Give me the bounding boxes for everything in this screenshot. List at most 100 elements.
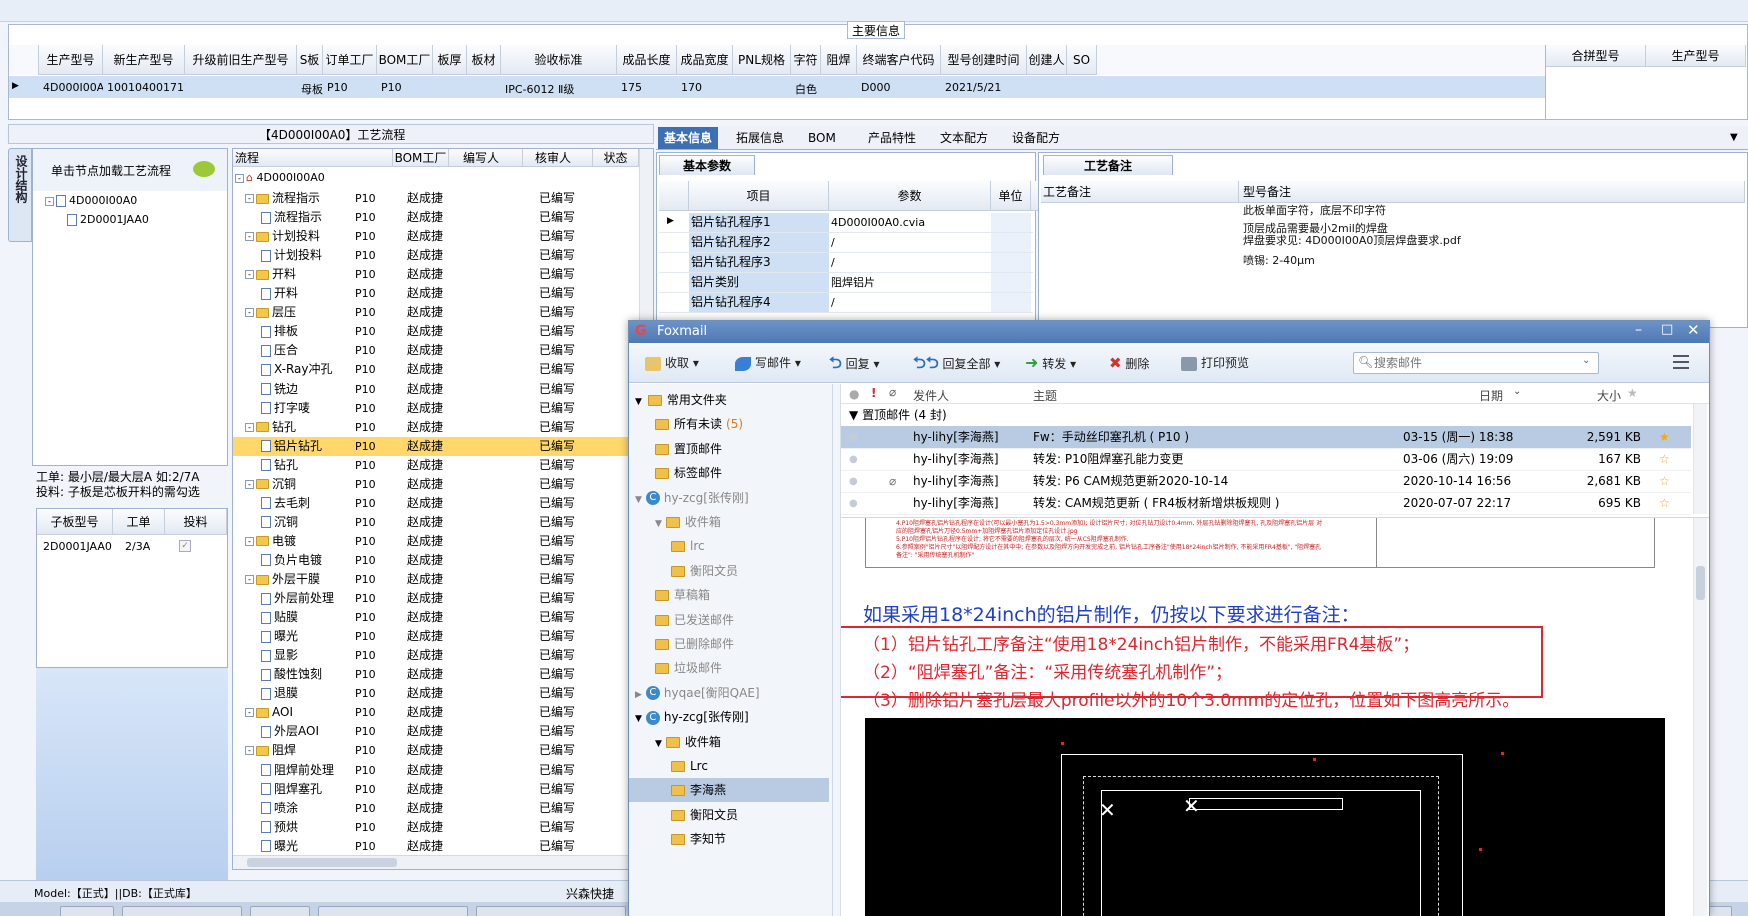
expand-icon[interactable]: - xyxy=(245,422,254,432)
mail-row[interactable]: ● hy-lihy[李海燕] 转发: P10阻焊塞孔能力变更 03-06 (周六) 1… xyxy=(841,448,1691,471)
main-info-row[interactable]: 4D000I00A0 10010400171791 母板 P10 P10 IPC-6012… xyxy=(9,76,1545,98)
expand-icon[interactable]: - xyxy=(245,708,254,718)
folder-item[interactable]: ▶ Chyqae[衡阳QAE] xyxy=(629,681,829,705)
print-preview-button[interactable]: 打印预览 xyxy=(1181,351,1249,375)
params-row[interactable]: 铝片钻孔程序4/N xyxy=(659,293,1046,313)
basic-params-tab[interactable]: 基本参数 xyxy=(659,155,755,175)
flow-row[interactable]: 计划投料 P10 赵成捷 已编写 xyxy=(233,246,633,265)
collapse-icon[interactable]: ▼ xyxy=(655,739,662,749)
tab-menu-arrow[interactable]: ▼ xyxy=(1730,132,1738,143)
flow-row[interactable]: 负片电镀 P10 赵成捷 已编写 xyxy=(233,551,633,570)
expand-icon[interactable]: - xyxy=(245,194,254,203)
folder-item[interactable]: ▼ Chy-zcg[张传刚] xyxy=(629,486,829,510)
flow-row[interactable]: 预烘 P10 赵成捷 已编写 xyxy=(233,818,633,837)
expand-icon[interactable]: - xyxy=(245,575,254,584)
flow-row[interactable]: - 开料 P10 赵成捷 已编写 xyxy=(233,265,633,284)
menu-icon[interactable] xyxy=(1673,355,1689,369)
expand-icon[interactable]: - xyxy=(245,232,254,242)
folder-splitter[interactable] xyxy=(833,384,841,916)
feed-checkbox[interactable]: ✓ xyxy=(179,540,191,552)
tab-1[interactable]: 拓展信息 xyxy=(730,127,790,149)
flow-row[interactable]: 沉铜 P10 赵成捷 已编写 xyxy=(233,513,633,532)
flow-row[interactable]: 酸性蚀刻 P10 赵成捷 已编写 xyxy=(233,665,633,684)
expand-icon[interactable]: - xyxy=(245,536,254,546)
folder-item[interactable]: 衡阳文员 xyxy=(629,559,829,583)
flow-row[interactable]: 外层前处理 P10 赵成捷 已编写 xyxy=(233,589,633,608)
preview-vscroll[interactable] xyxy=(1693,518,1707,916)
folder-item[interactable]: 已删除邮件 xyxy=(629,632,829,656)
flow-row[interactable]: - 沉铜 P10 赵成捷 已编写 xyxy=(233,475,633,494)
expand-icon[interactable]: - xyxy=(245,308,254,318)
taskbar-button[interactable] xyxy=(122,906,242,916)
folder-item[interactable]: 所有未读 (5) xyxy=(629,412,829,436)
flow-row[interactable]: 排板 P10 赵成捷 已编写 xyxy=(233,322,633,341)
flow-hscroll-thumb[interactable] xyxy=(247,858,397,867)
params-row[interactable]: ▶铝片钻孔程序14D000I00A0.cviaN xyxy=(659,213,1046,233)
flow-row[interactable]: - 流程指示 P10 赵成捷 已编写 xyxy=(233,189,633,208)
flow-row[interactable]: 铣边 P10 赵成捷 已编写 xyxy=(233,380,633,399)
col-size[interactable]: 大小 xyxy=(1597,387,1621,404)
collapse-icon[interactable]: ▼ xyxy=(635,495,642,505)
flow-row[interactable]: - 钻孔 P10 赵成捷 已编写 xyxy=(233,418,633,437)
receive-button[interactable]: 收取 ▾ xyxy=(645,351,699,375)
taskbar-button[interactable] xyxy=(318,906,468,916)
folder-item[interactable]: lrc xyxy=(629,534,829,558)
sub-row[interactable]: 2D0001JAA0 2/3A ✓ xyxy=(37,536,227,558)
params-row[interactable]: 铝片钻孔程序3/N xyxy=(659,253,1046,273)
collapse-icon[interactable]: - xyxy=(235,173,244,183)
folder-item[interactable]: 李海燕 xyxy=(629,778,829,803)
flow-row[interactable]: X-Ray冲孔 P10 赵成捷 已编写 xyxy=(233,360,633,379)
flow-row[interactable]: 流程指示 P10 赵成捷 已编写 xyxy=(233,208,633,227)
folder-item[interactable]: ▼ 收件箱 xyxy=(629,730,829,754)
mail-row[interactable]: ● hy-lihy[李海燕] 转发: CAM规范更新 ( FR4板材新增烘板规则 )… xyxy=(841,492,1691,515)
col-subject[interactable]: 主题 xyxy=(1033,387,1057,404)
flow-row[interactable]: 阻焊前处理 P10 赵成捷 已编写 xyxy=(233,761,633,780)
taskbar-button[interactable] xyxy=(60,906,114,916)
folder-item[interactable]: ▼ Chy-zcg[张传刚] xyxy=(629,705,829,729)
flow-row[interactable]: - 计划投料 P10 赵成捷 已编写 xyxy=(233,227,633,246)
flow-row[interactable]: - 外层干膜 P10 赵成捷 已编写 xyxy=(233,570,633,589)
flow-row[interactable]: 曝光 P10 赵成捷 已编写 xyxy=(233,627,633,646)
flow-hscroll[interactable] xyxy=(233,855,639,869)
folder-item[interactable]: 已发送邮件 xyxy=(629,608,829,632)
delete-button[interactable]: ✖ 删除 xyxy=(1109,351,1149,375)
collapse-icon[interactable]: ▼ xyxy=(655,519,662,529)
flow-row[interactable]: - AOI P10 赵成捷 已编写 xyxy=(233,703,633,722)
folder-item[interactable]: 李知节 xyxy=(629,827,829,851)
collapse-icon[interactable]: - xyxy=(45,196,54,206)
tab-5[interactable]: 设备配方 xyxy=(1006,127,1066,149)
mail-row[interactable]: ● hy-lihy[李海燕] Fw：手动丝印塞孔机 ( P10 ) 03-15 (周一… xyxy=(841,426,1691,449)
flow-row[interactable]: 显影 P10 赵成捷 已编写 xyxy=(233,646,633,665)
star-icon[interactable]: ★ xyxy=(1659,426,1670,449)
folder-item[interactable]: ▼ 收件箱 xyxy=(629,510,829,534)
collapse-icon[interactable]: ▼ xyxy=(635,397,642,407)
collapse-icon[interactable]: ▶ xyxy=(635,690,642,700)
flow-row[interactable]: 曝光 P10 赵成捷 已编写 xyxy=(233,837,633,856)
flow-row[interactable]: - 电镀 P10 赵成捷 已编写 xyxy=(233,532,633,551)
flow-row[interactable]: 外层AOI P10 赵成捷 已编写 xyxy=(233,722,633,741)
folder-item[interactable]: 标签邮件 xyxy=(629,461,829,485)
maximize-icon[interactable]: □ xyxy=(1661,322,1673,337)
taskbar-button[interactable] xyxy=(476,906,626,916)
process-notes-tab[interactable]: 工艺备注 xyxy=(1043,155,1173,175)
tab-4[interactable]: 文本配方 xyxy=(934,127,994,149)
minimize-icon[interactable]: – xyxy=(1635,322,1642,338)
flow-row[interactable]: 开料 P10 赵成捷 已编写 xyxy=(233,284,633,303)
star-icon[interactable]: ☆ xyxy=(1659,492,1670,515)
col-date[interactable]: 日期 xyxy=(1479,387,1503,404)
search-input[interactable] xyxy=(1374,355,1574,371)
expand-icon[interactable]: - xyxy=(245,270,254,280)
taskbar-button[interactable] xyxy=(250,906,310,916)
flow-row[interactable]: 打字唛 P10 赵成捷 已编写 xyxy=(233,399,633,418)
folder-item[interactable]: 置顶邮件 xyxy=(629,437,829,461)
folder-item[interactable]: 垃圾邮件 xyxy=(629,656,829,680)
search-dropdown-icon[interactable]: ⌄ xyxy=(1582,355,1590,366)
reply-button[interactable]: ⮌ 回复 ▾ xyxy=(829,351,880,375)
tab-0[interactable]: 基本信息 xyxy=(658,127,719,149)
list-vscroll[interactable] xyxy=(1693,404,1707,514)
flow-root[interactable]: - ⌂ 4D000I00A0 xyxy=(235,171,325,184)
flow-row[interactable]: 贴膜 P10 赵成捷 已编写 xyxy=(233,608,633,627)
reply-all-button[interactable]: ⮌⮌ 回复全部 ▾ xyxy=(913,351,1000,375)
params-row[interactable]: 铝片类别阻焊铝片N xyxy=(659,273,1046,293)
flow-row[interactable]: - 阻焊 P10 赵成捷 已编写 xyxy=(233,741,633,760)
